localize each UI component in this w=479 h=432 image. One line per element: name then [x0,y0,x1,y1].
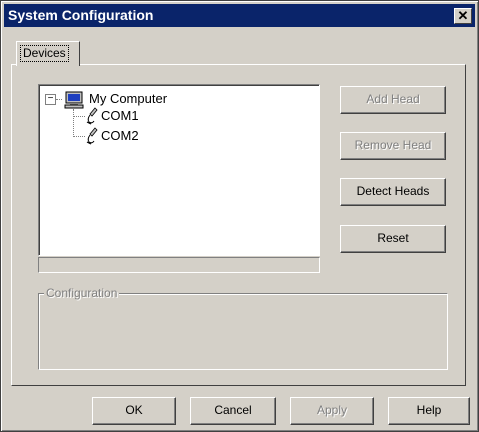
cancel-label: Cancel [214,403,252,417]
tree-connector [73,116,85,117]
ok-button[interactable]: OK [92,397,176,425]
help-button[interactable]: Help [388,397,470,425]
computer-icon [64,91,84,109]
reset-label: Reset [377,231,409,245]
tree-node-com2[interactable]: COM2 [101,128,139,144]
configuration-groupbox [38,293,448,370]
apply-button[interactable]: Apply [290,397,374,425]
ok-label: OK [125,403,143,417]
serial-port-icon [86,127,98,145]
device-tree[interactable]: − My Computer COM1 COM2 [38,84,320,256]
add-head-button[interactable]: Add Head [340,86,446,114]
title-bar[interactable]: System Configuration ✕ [4,4,475,27]
cancel-button[interactable]: Cancel [190,397,276,425]
apply-label: Apply [316,403,348,417]
help-label: Help [416,403,442,417]
window-title: System Configuration [8,7,154,23]
reset-button[interactable]: Reset [340,225,446,253]
tree-status-bar [38,257,320,273]
configuration-group-label: Configuration [44,286,120,300]
tree-node-my-computer[interactable]: My Computer [89,91,167,107]
serial-port-icon [86,107,98,125]
collapse-icon[interactable]: − [45,94,56,105]
tree-connector [73,136,85,137]
tab-devices[interactable]: Devices [16,41,80,66]
close-icon[interactable]: ✕ [454,8,472,24]
detect-heads-label: Detect Heads [356,184,430,198]
tree-connector [56,99,62,100]
remove-head-label: Remove Head [354,138,432,152]
remove-head-button[interactable]: Remove Head [340,132,446,160]
tree-node-com1[interactable]: COM1 [101,108,139,124]
add-head-label: Add Head [366,92,420,106]
tree-connector [73,109,74,137]
detect-heads-button[interactable]: Detect Heads [340,178,446,206]
tab-devices-label: Devices [20,45,69,62]
